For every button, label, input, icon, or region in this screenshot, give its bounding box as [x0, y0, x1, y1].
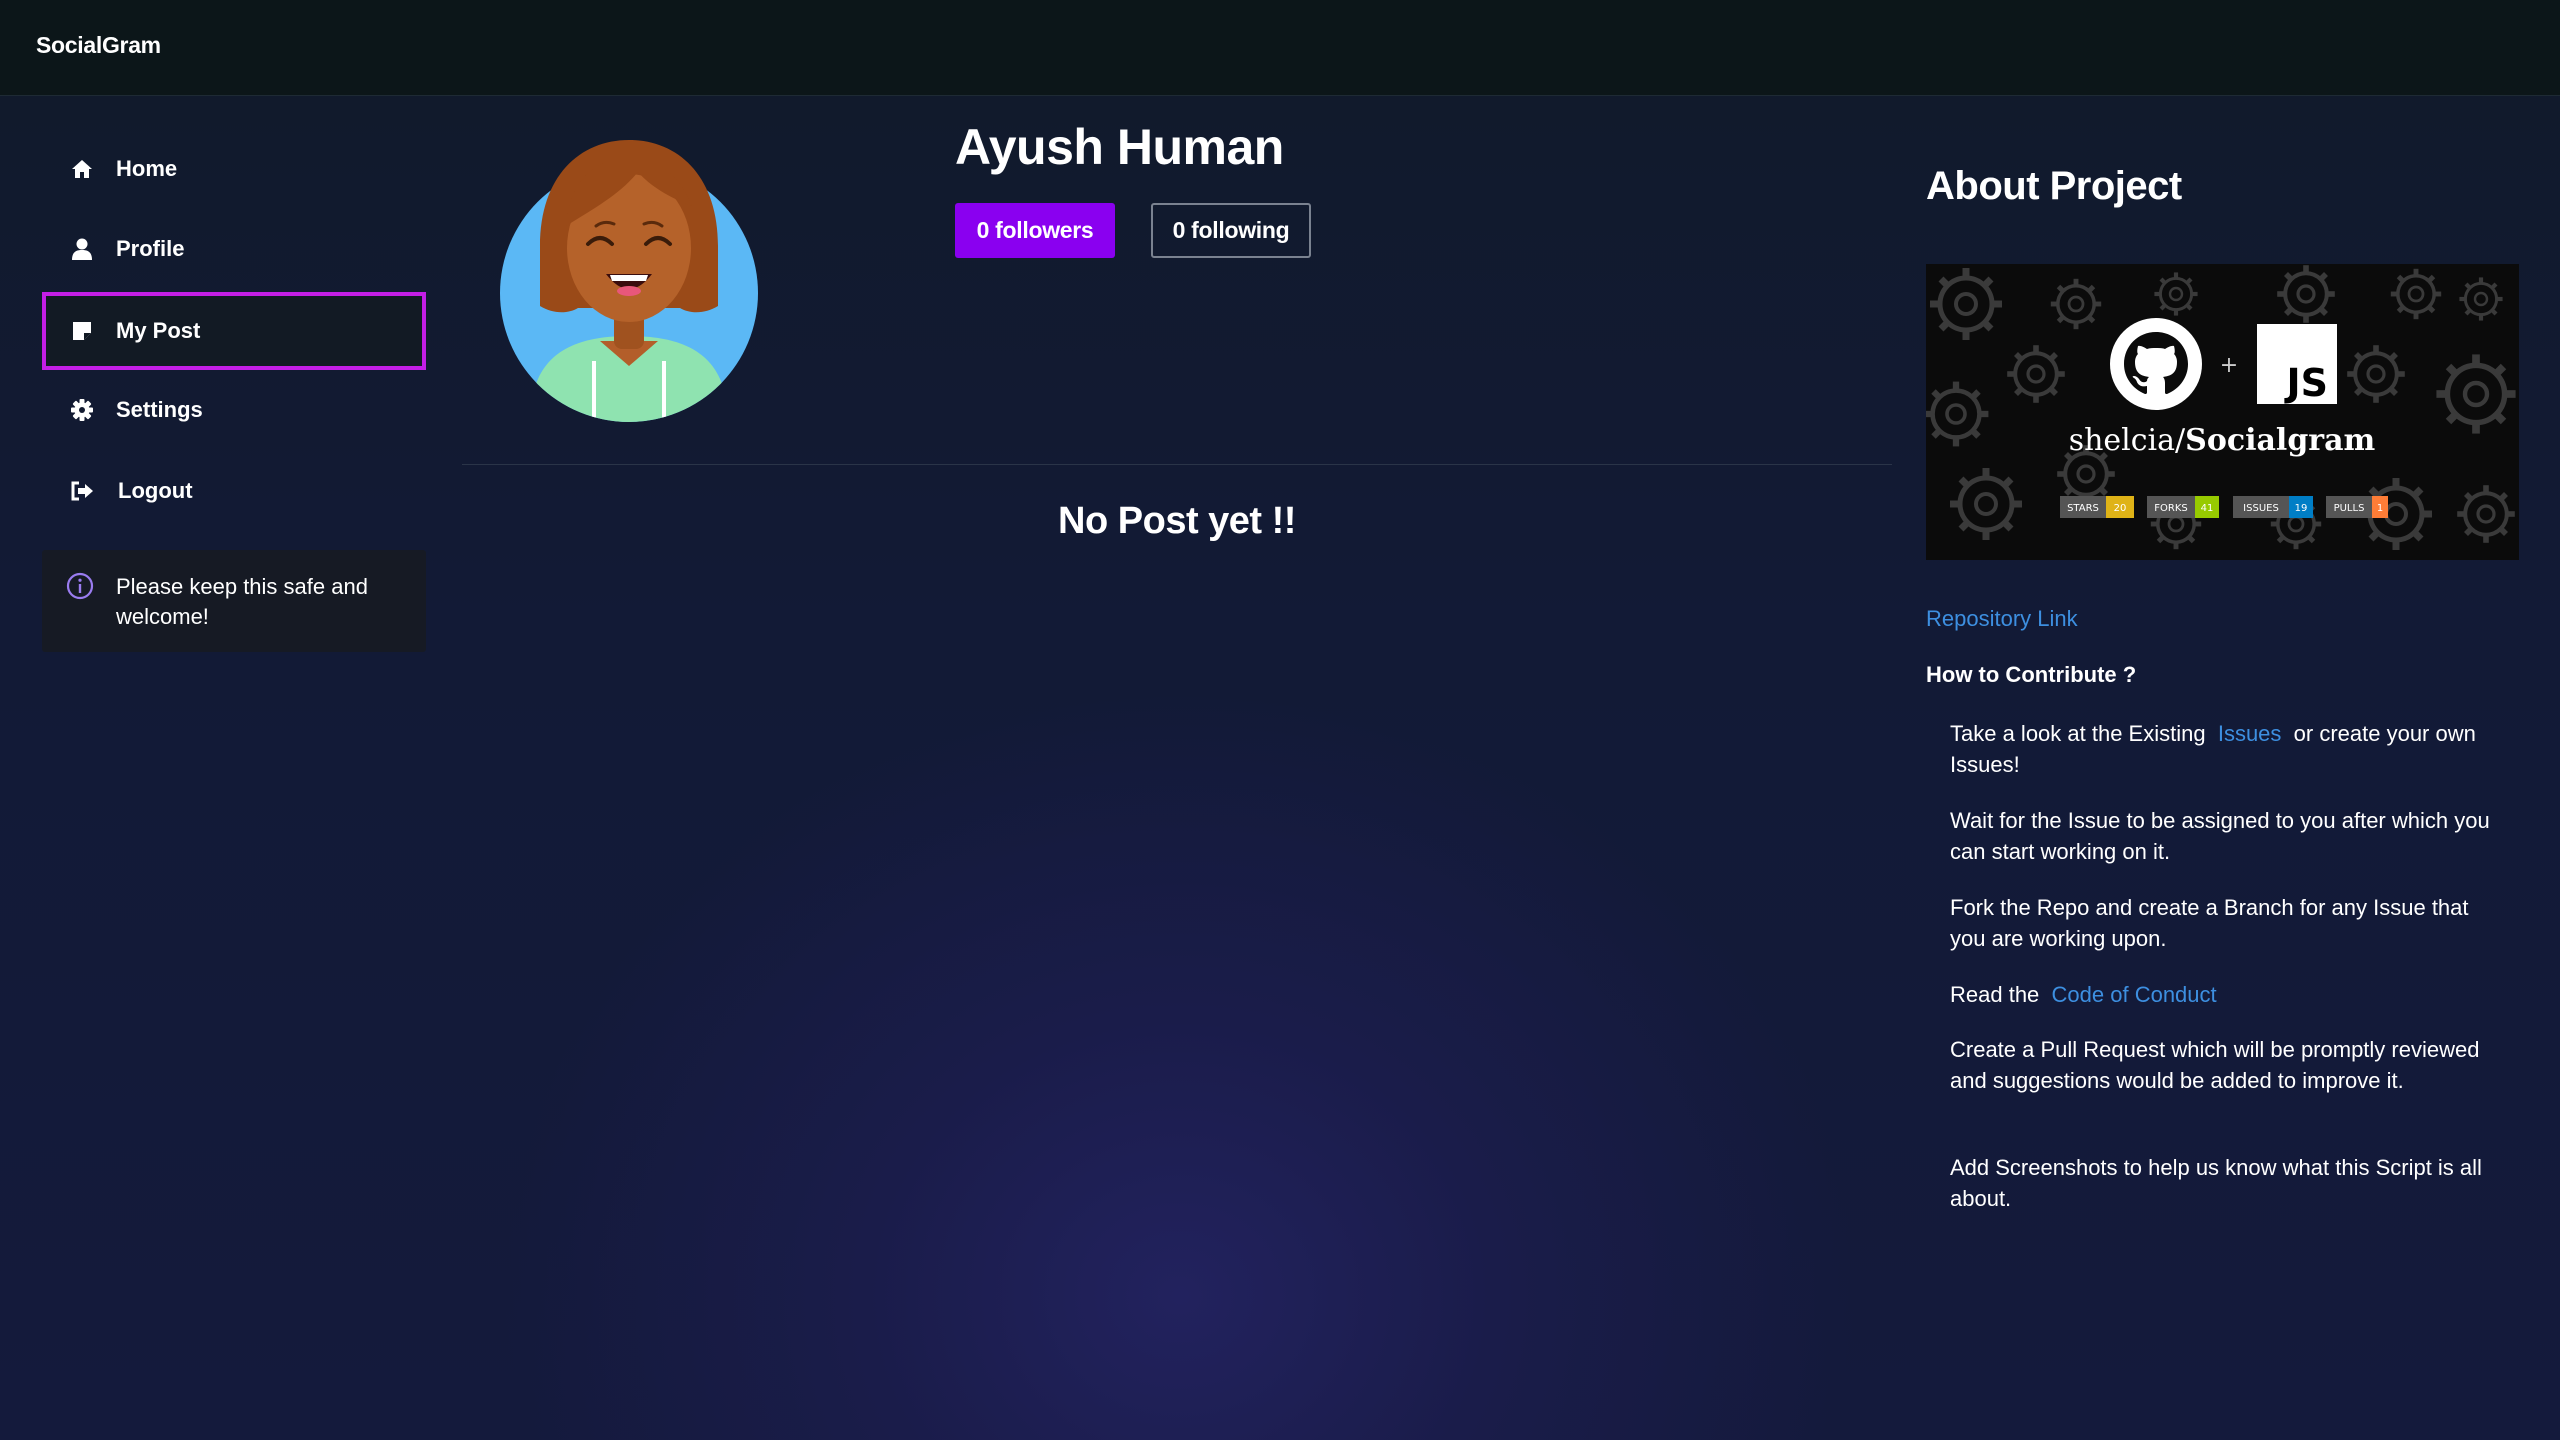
svg-text:STARS: STARS — [2067, 503, 2099, 514]
step-item: Read the Code of Conduct — [1950, 982, 2217, 1007]
logout-icon — [70, 479, 94, 503]
sidebar-item-settings[interactable]: Settings — [42, 371, 426, 449]
js-text: JS — [2283, 361, 2328, 405]
svg-text:ISSUES: ISSUES — [2243, 503, 2279, 514]
profile-name: Ayush Human — [955, 119, 1284, 175]
step-item: Create a Pull Request which will be prom… — [1950, 1037, 2480, 1093]
step-item: Take a look at the Existing Issues or cr… — [1950, 721, 2476, 777]
svg-text:41: 41 — [2201, 503, 2214, 514]
home-icon — [70, 157, 94, 181]
sidebar-item-label: Settings — [116, 397, 203, 422]
badge-stars: STARS 20 — [2060, 496, 2134, 518]
step-item: Wait for the Issue to be assigned to you… — [1950, 808, 2490, 864]
note-icon — [70, 319, 94, 343]
project-banner: + JS shelcia/Socialgram STARS 20 FORKS 4… — [1926, 264, 2519, 560]
sidebar-item-my-post[interactable]: My Post — [42, 292, 426, 370]
sidebar-item-label: My Post — [116, 318, 201, 343]
sidebar-item-label: Logout — [118, 478, 193, 503]
top-navbar: SocialGram — [0, 0, 2560, 96]
step-item: Fork the Repo and create a Branch for an… — [1950, 895, 2469, 951]
issues-link[interactable]: Issues — [2218, 721, 2282, 746]
gear-icon — [70, 398, 94, 422]
contribute-title: How to Contribute ? — [1926, 662, 2137, 687]
svg-text:19: 19 — [2295, 503, 2308, 514]
notice-text: Please keep this safe and welcome! — [116, 574, 368, 629]
sidebar-item-label: Profile — [116, 236, 185, 261]
repository-link[interactable]: Repository Link — [1926, 606, 2078, 632]
code-of-conduct-link[interactable]: Code of Conduct — [2052, 982, 2217, 1007]
badge-issues: ISSUES 19 — [2233, 496, 2313, 518]
svg-text:FORKS: FORKS — [2154, 503, 2187, 514]
followers-button[interactable]: 0 followers — [955, 203, 1115, 258]
step-item: Add Screenshots to help us know what thi… — [1950, 1155, 2482, 1211]
sidebar-item-home[interactable]: Home — [42, 130, 426, 208]
github-icon — [2110, 318, 2202, 410]
sidebar-item-label: Home — [116, 156, 178, 181]
sidebar-item-logout[interactable]: Logout — [42, 452, 426, 530]
divider — [462, 464, 1892, 465]
avatar — [500, 136, 758, 422]
svg-text:20: 20 — [2114, 503, 2127, 514]
plus-text: + — [2220, 353, 2238, 378]
sidebar-item-profile[interactable]: Profile — [42, 210, 426, 288]
banner-repo-title: shelcia/Socialgram — [2069, 423, 2376, 458]
info-icon — [66, 572, 94, 600]
following-button[interactable]: 0 following — [1151, 203, 1311, 258]
svg-text:PULLS: PULLS — [2334, 503, 2365, 514]
svg-text:1: 1 — [2377, 503, 2383, 514]
badge-pulls: PULLS 1 — [2326, 496, 2388, 518]
empty-posts-message: No Post yet !! — [1058, 500, 1296, 542]
badge-forks: FORKS 41 — [2147, 496, 2219, 518]
brand-logo[interactable]: SocialGram — [36, 32, 161, 59]
user-icon — [70, 237, 94, 261]
info-notice: Please keep this safe and welcome! — [42, 550, 426, 652]
about-title: About Project — [1926, 164, 2182, 208]
